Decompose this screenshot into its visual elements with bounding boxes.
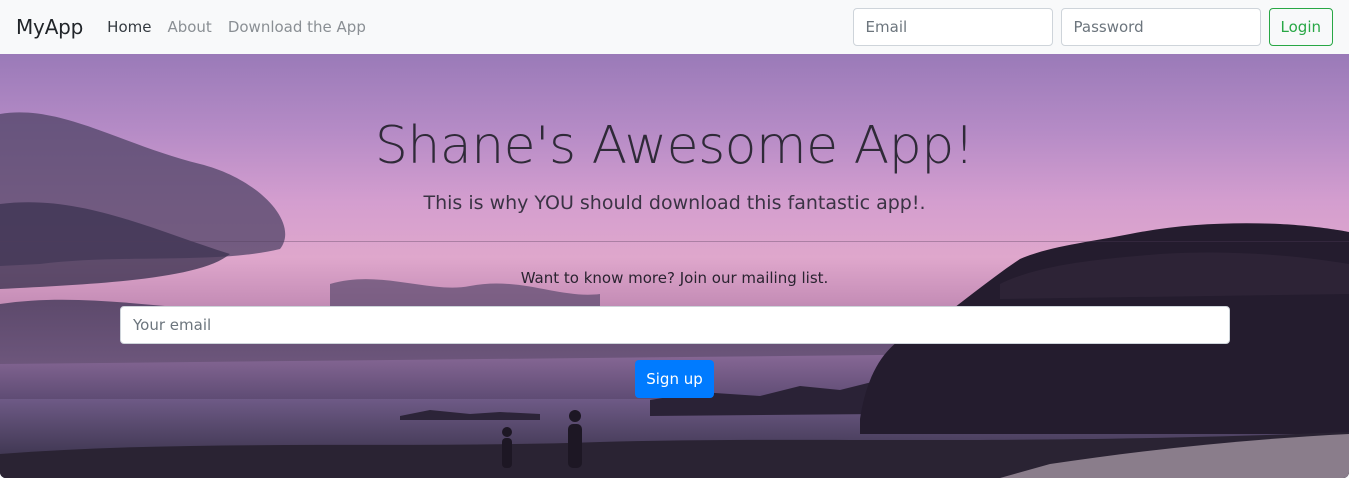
nav-link-home[interactable]: Home [107, 18, 151, 36]
subscribe-email-input[interactable] [120, 306, 1230, 344]
hero-jumbotron: Shane's Awesome App! This is why YOU sho… [0, 54, 1349, 478]
password-field[interactable] [1060, 8, 1261, 46]
mailing-list-text: Want to know more? Join our mailing list… [520, 269, 829, 287]
hero-title: Shane's Awesome App! [374, 116, 975, 176]
nav-link-about[interactable]: About [167, 18, 211, 36]
login-button[interactable]: Login [1268, 8, 1333, 46]
login-form: Login [852, 8, 1333, 46]
signup-button[interactable]: Sign up [635, 360, 714, 398]
navbar: MyApp Home About Download the App Login [0, 0, 1349, 54]
nav-link-download[interactable]: Download the App [228, 18, 366, 36]
brand-logo[interactable]: MyApp [16, 15, 83, 39]
hero-divider [0, 241, 1349, 242]
hero-lead: This is why YOU should download this fan… [423, 192, 926, 214]
email-field[interactable] [852, 8, 1053, 46]
